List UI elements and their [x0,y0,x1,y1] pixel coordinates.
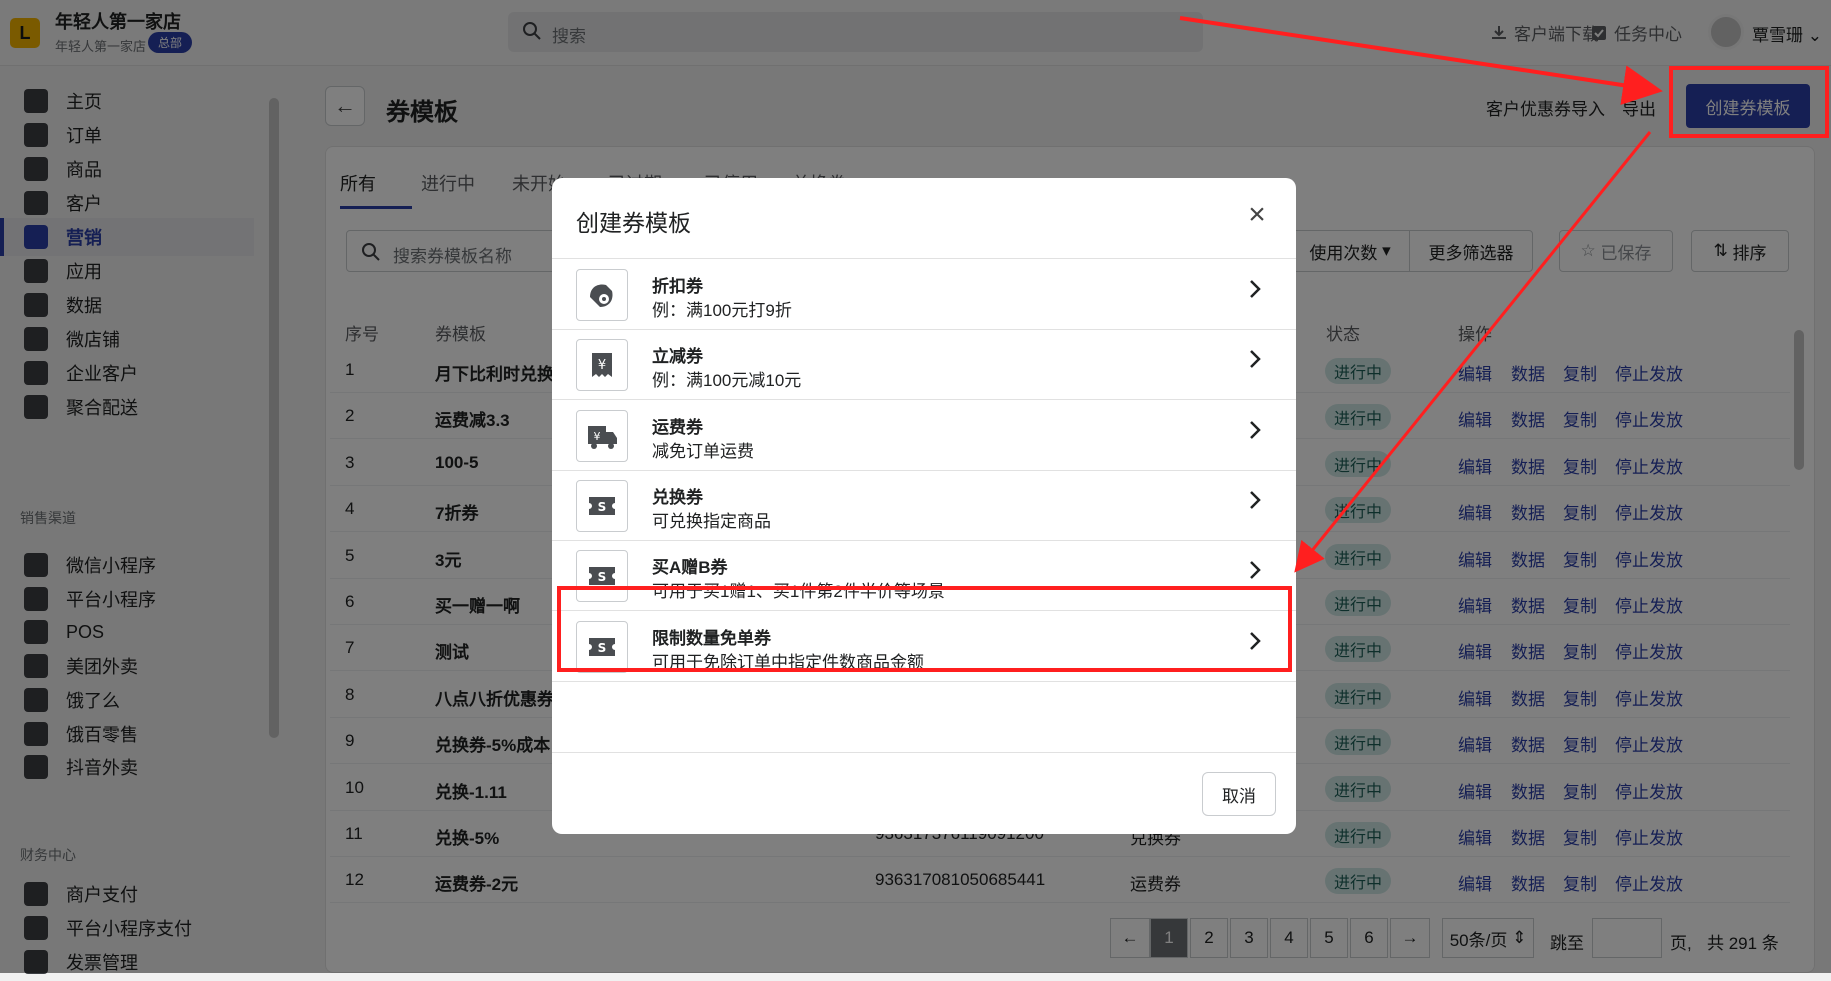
option-description: 例：满100元打9折 [652,301,792,320]
annotation-box-create-button [1669,66,1829,138]
discount-icon [576,269,628,321]
freight-icon: ¥ [576,409,628,462]
chevron-right-icon [1248,419,1266,449]
yen-icon: ¥ [576,339,628,392]
annotation-box-buy-a-get-b [557,586,1292,672]
chevron-right-icon [1248,559,1266,589]
option-description: 减免订单运费 [652,441,754,461]
dialog-divider [552,258,1296,259]
coupon-type-option-3[interactable]: S 兑换券可兑换指定商品 [552,471,1296,541]
coupon-type-option-2[interactable]: ¥ 运费券减免订单运费 [552,401,1296,471]
svg-text:S: S [598,570,607,584]
svg-text:¥: ¥ [598,358,606,373]
coupon-type-option-1[interactable]: ¥ 立减券例：满100元减10元 [552,330,1296,401]
option-title: 买A赠B券 [652,558,728,578]
svg-text:S: S [598,500,607,514]
option-title: 兑换券 [652,487,703,507]
svg-text:¥: ¥ [594,430,601,443]
option-title: 折扣券 [652,277,703,296]
create-template-dialog: 创建券模板 × 折扣券例：满100元打9折 ¥ 立减券例：满100元减10元 ¥ 运费券… [552,178,1296,834]
dialog-title: 创建券模板 [576,210,691,236]
close-icon[interactable]: × [1244,200,1270,230]
option-title: 立减券 [652,347,703,367]
chevron-right-icon [1248,489,1266,519]
chevron-right-icon [1248,348,1266,378]
chevron-right-icon [1248,278,1266,308]
dialog-footer-divider [552,752,1296,753]
option-title: 运费券 [652,417,703,437]
coupon-type-option-0[interactable]: 折扣券例：满100元打9折 [552,260,1296,330]
ticket-icon: S [576,479,628,532]
option-description: 可兑换指定商品 [652,511,771,531]
cancel-button[interactable]: 取消 [1202,772,1276,816]
option-description: 例：满100元减10元 [652,371,802,391]
